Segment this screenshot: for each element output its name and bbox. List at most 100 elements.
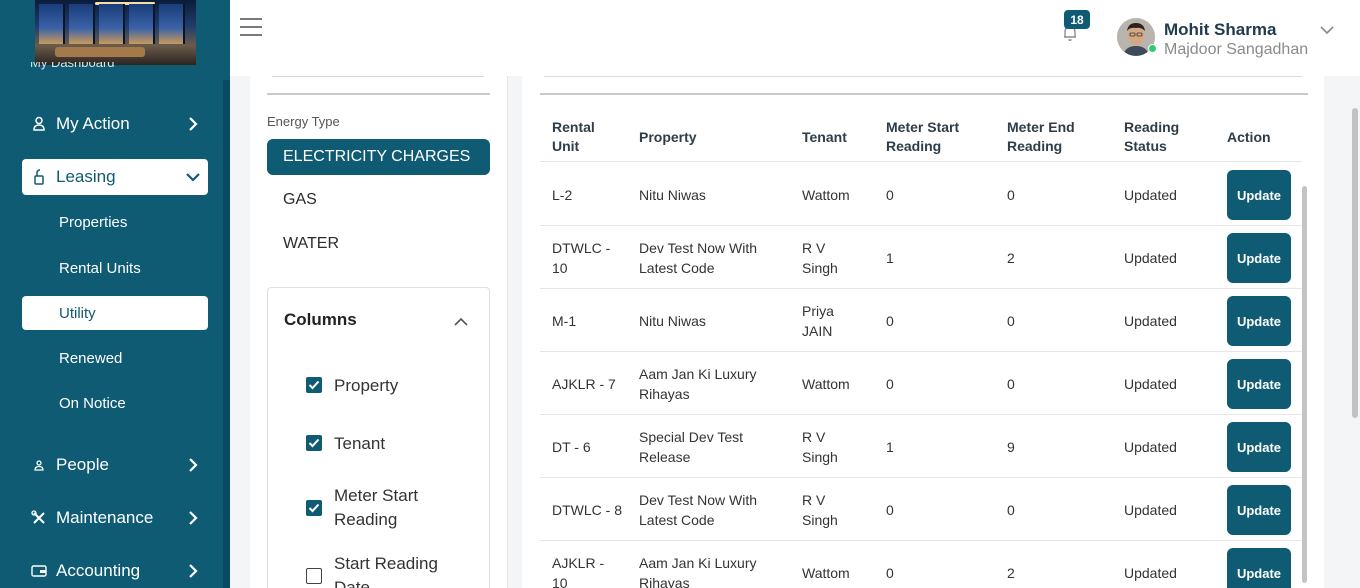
column-header-meter-start[interactable]: Meter Start Reading — [886, 118, 976, 156]
online-status-dot — [1148, 44, 1157, 53]
cell-end: 0 — [1007, 376, 1015, 392]
column-header-meter-end[interactable]: Meter End Reading — [1007, 118, 1087, 156]
checkbox-checked-icon[interactable] — [306, 500, 322, 516]
column-option-start-reading-date[interactable]: Start Reading Date — [306, 552, 454, 588]
sidebar-item-label: Leasing — [56, 167, 116, 186]
table-row: AJKLR - 7 Aam Jan Ki Luxury Rihayas Wattom… — [540, 352, 1302, 415]
cell-start: 0 — [886, 187, 894, 203]
user-name[interactable]: Mohit Sharma — [1164, 20, 1276, 40]
cell-end: 2 — [1007, 565, 1015, 581]
divider — [540, 93, 1308, 95]
sidebar-scrollbar[interactable] — [223, 80, 230, 588]
energy-type-label: Energy Type — [267, 114, 340, 129]
cell-end: 0 — [1007, 313, 1015, 329]
table-row: AJKLR - 10 Aam Jan Ki Luxury Rihayas Watto… — [540, 541, 1302, 588]
update-button[interactable]: Update — [1227, 485, 1291, 535]
columns-selector: Columns Property Tenant Meter Start Read… — [267, 287, 490, 588]
cell-status: Updated — [1124, 376, 1177, 392]
columns-title: Columns — [284, 310, 357, 329]
sidebar-item-people[interactable]: People — [22, 447, 208, 483]
energy-option-water[interactable]: WATER — [267, 226, 490, 262]
sidebar-sub-rental-units[interactable]: Rental Units — [22, 251, 208, 285]
energy-option-electricity[interactable]: ELECTRICITY CHARGES — [267, 139, 490, 175]
top-header: 18 Mohit Sharma Majdoor Sangadhan — [230, 0, 1360, 76]
cell-end: 0 — [1007, 187, 1015, 203]
column-header-reading-status[interactable]: Reading Status — [1124, 118, 1194, 156]
sidebar-sub-properties[interactable]: Properties — [22, 205, 208, 239]
update-button[interactable]: Update — [1227, 359, 1291, 409]
cell-unit: DTWLC - 10 — [552, 240, 611, 276]
cell-tenant: Wattom — [802, 565, 850, 581]
table-scrollbar[interactable] — [1302, 186, 1307, 583]
search-input-edge[interactable] — [544, 76, 1302, 77]
divider — [267, 93, 490, 95]
table-row: DTWLC - 8 Dev Test Now With Latest Code R … — [540, 478, 1302, 541]
search-input-edge[interactable] — [272, 76, 484, 77]
person-icon — [22, 116, 56, 132]
update-button[interactable]: Update — [1227, 233, 1291, 283]
cell-status: Updated — [1124, 565, 1177, 581]
sidebar-item-label: Accounting — [56, 561, 141, 580]
cell-status: Updated — [1124, 439, 1177, 455]
update-button[interactable]: Update — [1227, 548, 1291, 588]
table-header-row: Rental Unit Property Tenant Meter Start … — [540, 111, 1302, 162]
chevron-right-icon — [178, 457, 208, 473]
cell-property: Aam Jan Ki Luxury Rihayas — [639, 555, 757, 588]
column-option-tenant[interactable]: Tenant — [306, 432, 454, 456]
cell-property: Dev Test Now With Latest Code — [639, 492, 757, 528]
page-scrollbar[interactable] — [1352, 108, 1358, 418]
update-button[interactable]: Update — [1227, 296, 1291, 346]
column-header-rental-unit[interactable]: Rental Unit — [552, 118, 622, 156]
people-icon — [22, 459, 56, 471]
logo-image — [35, 0, 196, 65]
checkbox-unchecked-icon[interactable] — [306, 568, 322, 584]
cell-unit: M-1 — [552, 313, 577, 329]
notification-badge[interactable]: 18 — [1064, 10, 1090, 29]
update-button[interactable]: Update — [1227, 170, 1291, 220]
sidebar-item-partial[interactable]: My Dashboard — [30, 62, 180, 74]
table-row: L-2 Nitu Niwas Wattom 0 0 Updated Update — [540, 163, 1302, 226]
cell-status: Updated — [1124, 187, 1177, 203]
chevron-up-icon[interactable] — [454, 314, 468, 326]
energy-option-gas[interactable]: GAS — [267, 182, 490, 218]
cell-start: 1 — [886, 250, 894, 266]
update-button[interactable]: Update — [1227, 422, 1291, 472]
column-option-meter-start-reading[interactable]: Meter Start Reading — [306, 484, 454, 532]
app-root: My Dashboard My Action Leasing Propertie… — [0, 0, 1360, 588]
cell-start: 0 — [886, 502, 894, 518]
sidebar-item-leasing[interactable]: Leasing — [22, 159, 208, 195]
cell-unit: L-2 — [552, 187, 573, 203]
sidebar-sub-utility[interactable]: Utility — [22, 296, 208, 330]
sidebar-item-label: People — [56, 455, 109, 474]
cell-tenant: R V Singh — [802, 492, 838, 528]
chevron-right-icon — [178, 563, 208, 579]
chevron-down-icon — [178, 172, 208, 182]
sidebar-item-accounting[interactable]: Accounting — [22, 553, 208, 588]
cell-end: 0 — [1007, 502, 1015, 518]
table-row: DT - 6 Special Dev Test Release R V Singh 1… — [540, 415, 1302, 478]
cell-status: Updated — [1124, 502, 1177, 518]
cell-unit: AJKLR - 7 — [552, 376, 616, 392]
cell-end: 9 — [1007, 439, 1015, 455]
column-header-tenant[interactable]: Tenant — [802, 128, 847, 147]
column-option-property[interactable]: Property — [306, 374, 454, 398]
column-header-property[interactable]: Property — [639, 128, 697, 147]
cell-unit: AJKLR - 10 — [552, 555, 605, 588]
menu-toggle-icon[interactable] — [240, 18, 262, 36]
cell-tenant: R V Singh — [802, 240, 838, 276]
filter-panel: Energy Type ELECTRICITY CHARGES GAS WATE… — [250, 76, 508, 588]
sidebar-sub-on-notice[interactable]: On Notice — [22, 386, 208, 420]
sidebar-item-maintenance[interactable]: Maintenance — [22, 500, 208, 536]
sidebar-item-my-action[interactable]: My Action — [22, 106, 208, 142]
utility-readings-card: Rental Unit Property Tenant Meter Start … — [522, 76, 1324, 588]
checkbox-checked-icon[interactable] — [306, 377, 322, 393]
tools-icon — [22, 510, 56, 526]
table-row: M-1 Nitu Niwas Priya JAIN 0 0 Updated Update — [540, 289, 1302, 352]
cell-unit: DT - 6 — [552, 439, 591, 455]
sidebar-item-label: My Action — [56, 114, 130, 133]
cell-status: Updated — [1124, 313, 1177, 329]
cell-tenant: Priya JAIN — [802, 303, 834, 339]
chevron-down-icon[interactable] — [1320, 22, 1334, 36]
checkbox-checked-icon[interactable] — [306, 435, 322, 451]
sidebar-sub-renewed[interactable]: Renewed — [22, 341, 208, 375]
